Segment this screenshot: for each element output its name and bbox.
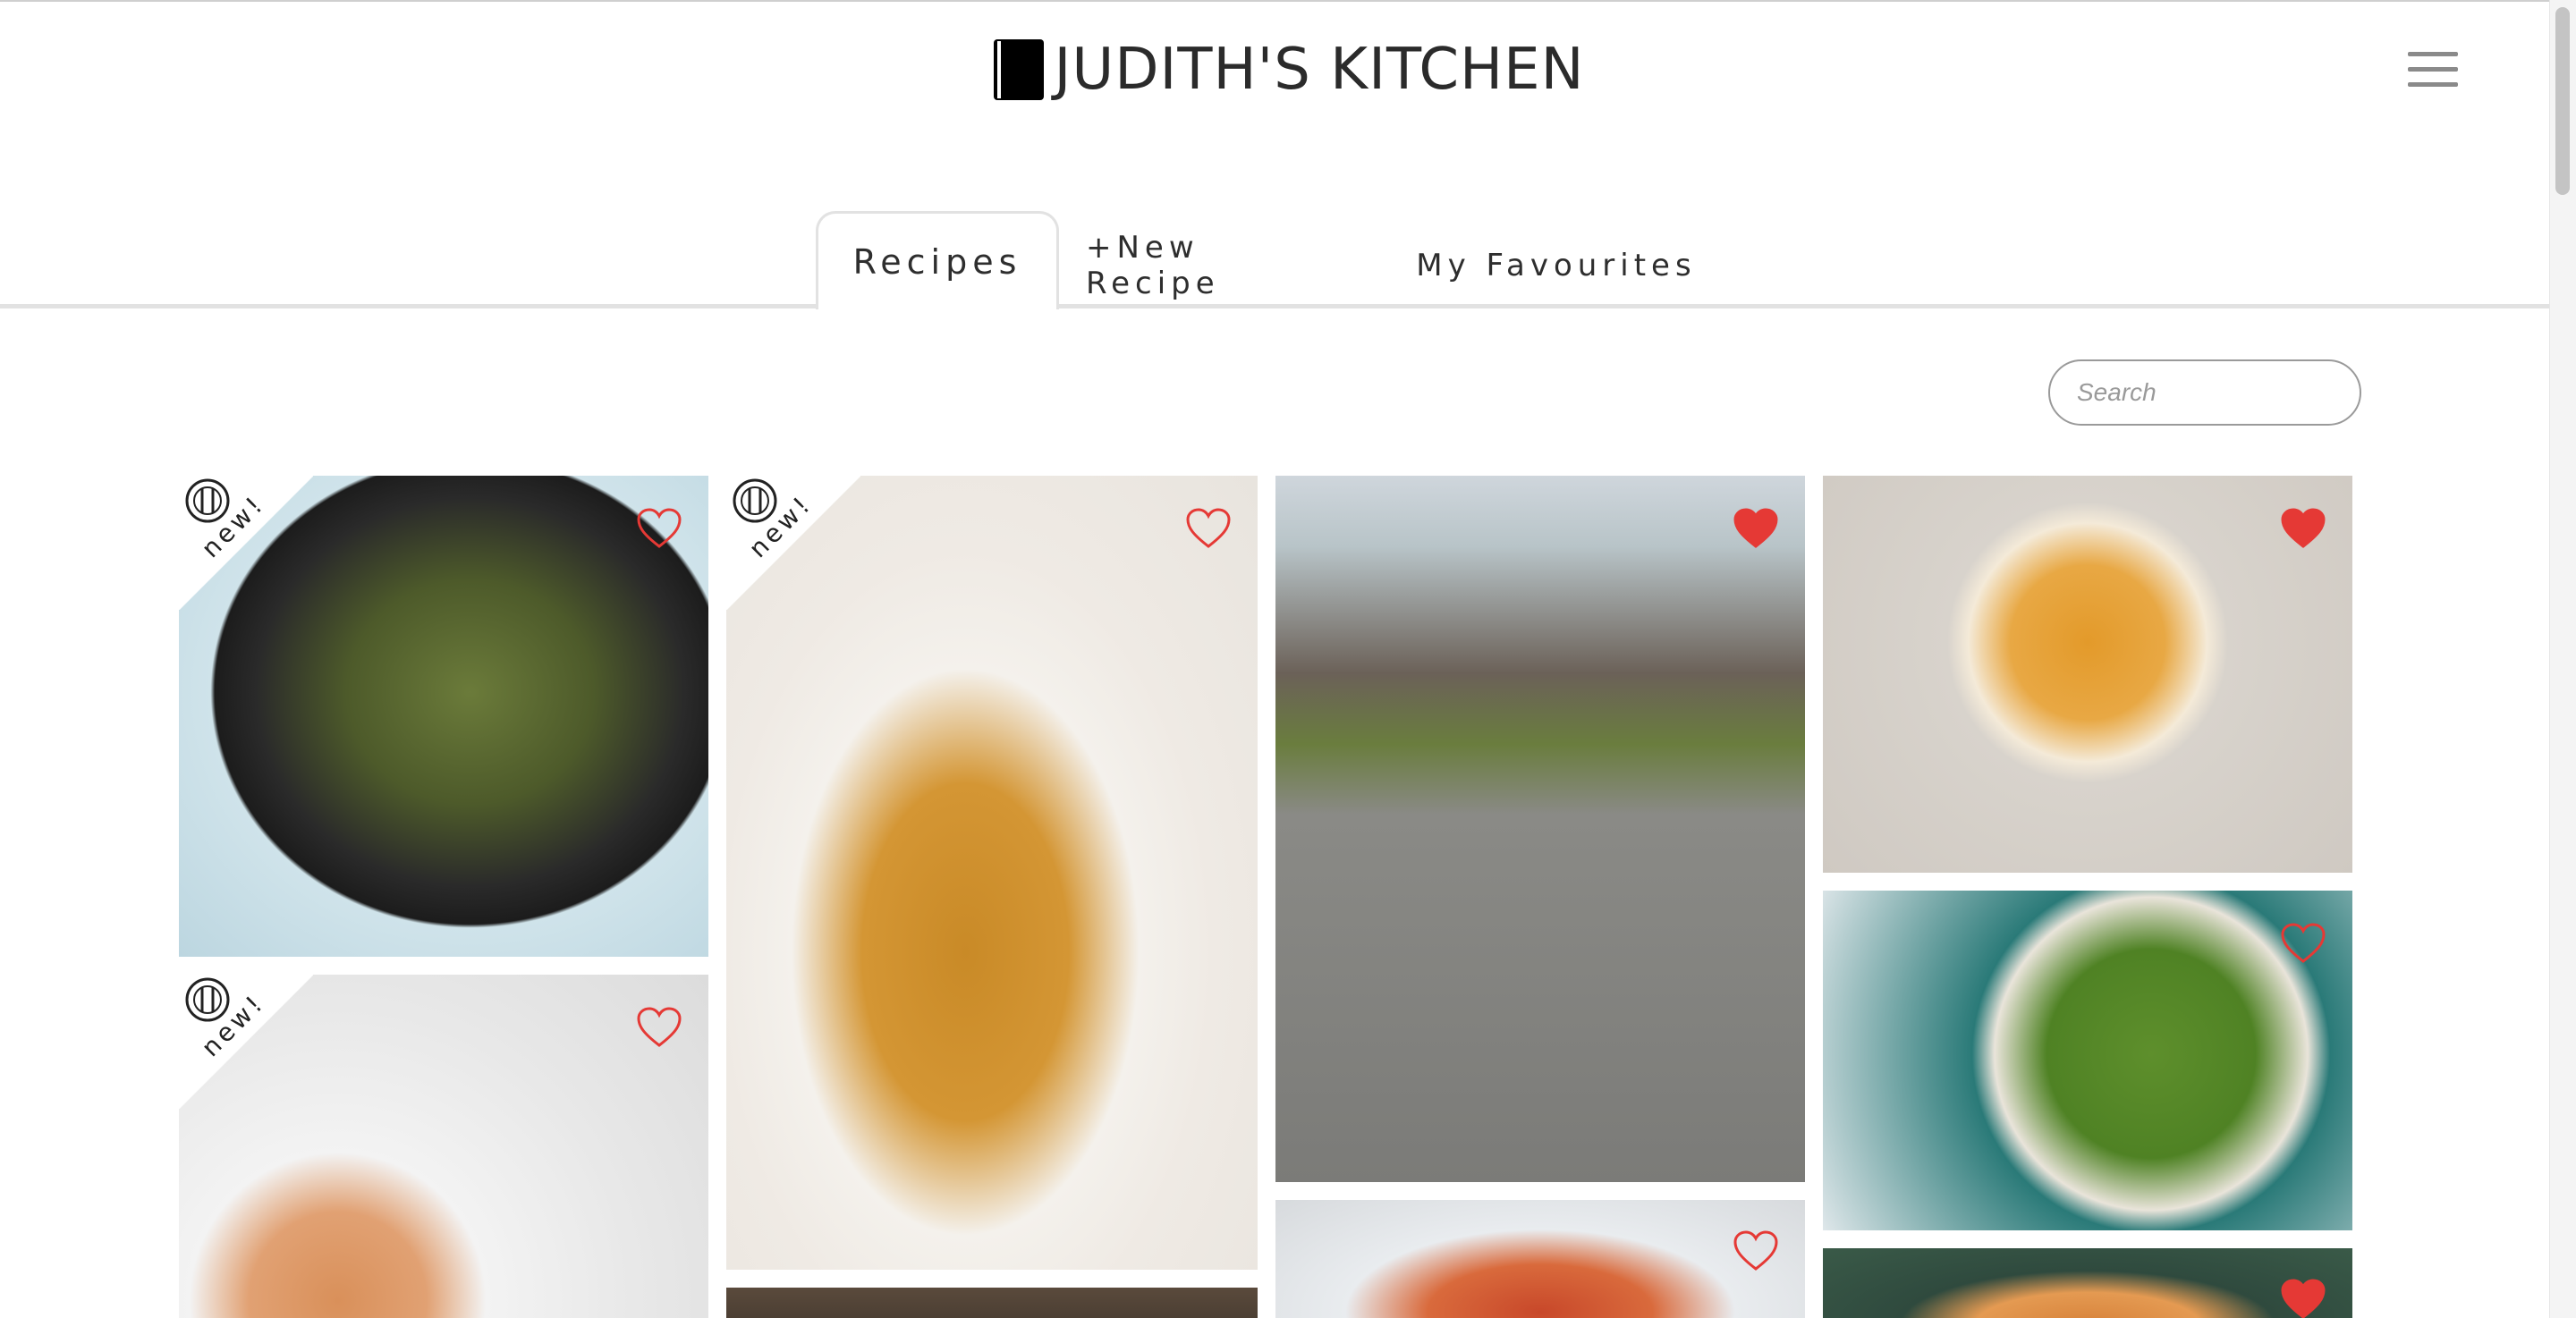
new-badge: new!: [179, 476, 313, 610]
recipe-card-pan[interactable]: [1275, 1200, 1805, 1318]
recipe-card-dahl[interactable]: new!: [726, 476, 1258, 1270]
page-scrollbar[interactable]: [2549, 0, 2576, 1318]
heart-filled-icon[interactable]: [2281, 1279, 2326, 1318]
new-badge: new!: [726, 476, 860, 610]
squash-soup-photo: [1823, 476, 2352, 873]
recipe-card-skewers[interactable]: new!: [179, 975, 708, 1318]
recipe-card-curry[interactable]: new!: [179, 476, 708, 957]
tab-my-favourites[interactable]: My Favourites: [1413, 218, 1699, 313]
heart-filled-icon[interactable]: [1733, 508, 1778, 549]
tabs-bar: Recipes +New Recipe My Favourites: [0, 211, 2549, 309]
tab-recipes[interactable]: Recipes: [816, 211, 1059, 309]
tab-new-recipe[interactable]: +New Recipe: [1086, 218, 1345, 313]
recipe-card-table[interactable]: [726, 1288, 1258, 1318]
brand[interactable]: JUDITH'S KITCHEN: [0, 34, 2576, 106]
recipe-card-squash-soup[interactable]: [1823, 476, 2352, 873]
heart-outline-icon[interactable]: [2281, 923, 2326, 964]
wooden-table-photo: [726, 1288, 1258, 1318]
dog-with-aubergine-photo: [1275, 476, 1805, 1182]
heart-outline-icon[interactable]: [637, 508, 682, 549]
scrollbar-thumb[interactable]: [2555, 7, 2570, 195]
new-badge: new!: [179, 975, 313, 1109]
top-border: [0, 0, 2576, 2]
recipe-card-dog[interactable]: [1275, 476, 1805, 1182]
hamburger-menu-icon[interactable]: [2408, 52, 2458, 88]
recipe-card-green-soup[interactable]: [1823, 891, 2352, 1230]
green-soup-photo: [1823, 891, 2352, 1230]
heart-outline-icon[interactable]: [1733, 1230, 1778, 1272]
recipe-card-orange-soup[interactable]: [1823, 1248, 2352, 1318]
heart-filled-icon[interactable]: [2281, 508, 2326, 549]
brand-title: JUDITH'S KITCHEN: [1054, 37, 1585, 103]
book-icon: [993, 39, 1044, 100]
search-input[interactable]: [2048, 359, 2361, 426]
pan-dish-photo: [1275, 1200, 1805, 1318]
heart-outline-icon[interactable]: [637, 1007, 682, 1048]
heart-outline-icon[interactable]: [1186, 508, 1231, 549]
orange-soup-photo: [1823, 1248, 2352, 1318]
